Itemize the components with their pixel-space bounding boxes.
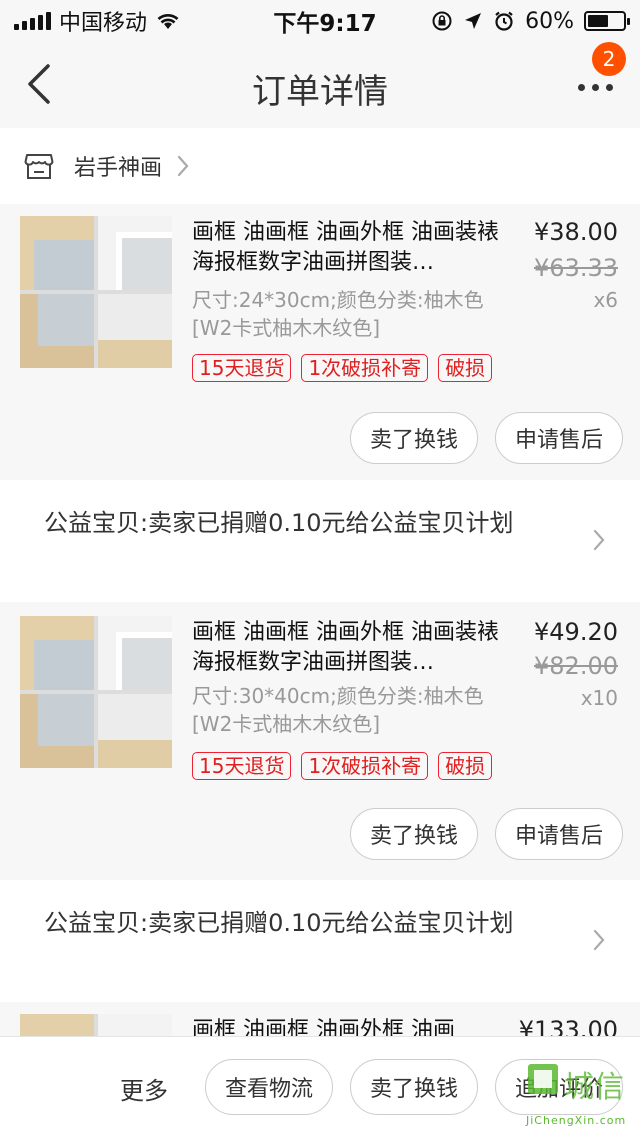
service-tags: 15天退货 1次破损补寄 破损: [192, 354, 508, 384]
charity-text: 公益宝贝:卖家已捐赠0.10元给公益宝贝计划: [44, 509, 514, 537]
location-icon: [465, 13, 482, 29]
service-tag: 1次破损补寄: [301, 354, 429, 382]
service-tags: 15天退货 1次破损补寄 破损: [192, 752, 508, 782]
sell-button[interactable]: 卖了换钱: [350, 808, 478, 860]
service-tag: 破损: [438, 752, 493, 780]
item-price: ¥38.00: [534, 218, 618, 246]
service-tag: 15天退货: [192, 752, 292, 780]
carrier-label: 中国移动: [59, 11, 148, 36]
sell-button[interactable]: 卖了换钱: [350, 1059, 478, 1115]
chevron-right-icon: [593, 529, 605, 551]
product-thumbnail: [20, 616, 172, 768]
original-price: ¥63.33: [534, 254, 618, 282]
product-thumbnail: [20, 216, 172, 368]
watermark-subtext: JiChengXin.com: [526, 1114, 627, 1127]
watermark-logo-icon: [528, 1064, 558, 1094]
more-button[interactable]: 更多: [120, 1071, 168, 1106]
store-icon: [24, 154, 54, 179]
navigation-bar: 订单详情 2: [0, 42, 640, 128]
charity-text: 公益宝贝:卖家已捐赠0.10元给公益宝贝计划: [44, 909, 514, 937]
order-item[interactable]: 画框 油画框 油画外框 油画装裱 海报框数字油画拼图装… 尺寸:24*30cm;…: [0, 204, 640, 480]
wifi-icon: [157, 14, 179, 29]
alarm-icon: [495, 11, 513, 31]
product-spec: 尺寸:30*40cm;颜色分类:柚木色[W2卡式柚木木纹色]: [192, 684, 484, 736]
view-logistics-button[interactable]: 查看物流: [205, 1059, 333, 1115]
watermark: 城信 JiChengXin.com: [520, 1056, 636, 1132]
battery-percent: 60%: [525, 8, 574, 34]
chevron-right-icon: [593, 929, 605, 951]
status-bar: 中国移动 下午9:17 60%: [0, 0, 640, 42]
service-tag: 1次破损补寄: [301, 752, 429, 780]
service-tag: 15天退货: [192, 354, 292, 382]
product-title: 画框 油画框 油画外框 油画装裱 海报框数字油画拼图装…: [192, 220, 499, 275]
original-price: ¥82.00: [534, 652, 618, 680]
rotation-lock-icon: [432, 11, 452, 31]
order-item[interactable]: 画框 油画框 油画外框 油画装裱 海报框数字油画拼图装… 尺寸:30*40cm;…: [0, 602, 640, 880]
watermark-text: 城信: [564, 1070, 624, 1105]
item-quantity: x10: [580, 686, 618, 710]
after-sale-button[interactable]: 申请售后: [495, 808, 623, 860]
chevron-right-icon: [177, 155, 189, 177]
notification-badge: 2: [592, 42, 626, 76]
charity-row[interactable]: 公益宝贝:卖家已捐赠0.10元给公益宝贝计划: [0, 880, 640, 1002]
after-sale-button[interactable]: 申请售后: [495, 412, 623, 464]
charity-row[interactable]: 公益宝贝:卖家已捐赠0.10元给公益宝贝计划: [0, 480, 640, 602]
item-quantity: x6: [593, 288, 618, 312]
more-options-button[interactable]: [574, 72, 618, 102]
signal-icon: [14, 12, 51, 30]
item-price: ¥49.20: [534, 618, 618, 646]
battery-icon: [584, 11, 630, 31]
shop-row[interactable]: 岩手神画: [0, 128, 640, 204]
sell-button[interactable]: 卖了换钱: [350, 412, 478, 464]
shop-name: 岩手神画: [74, 156, 163, 181]
clock: 下午9:17: [273, 11, 377, 37]
service-tag: 破损: [438, 354, 493, 382]
product-title: 画框 油画框 油画外框 油画装裱 海报框数字油画拼图装…: [192, 620, 499, 675]
page-title: 订单详情: [252, 72, 388, 112]
product-spec: 尺寸:24*30cm;颜色分类:柚木色[W2卡式柚木木纹色]: [192, 288, 484, 340]
